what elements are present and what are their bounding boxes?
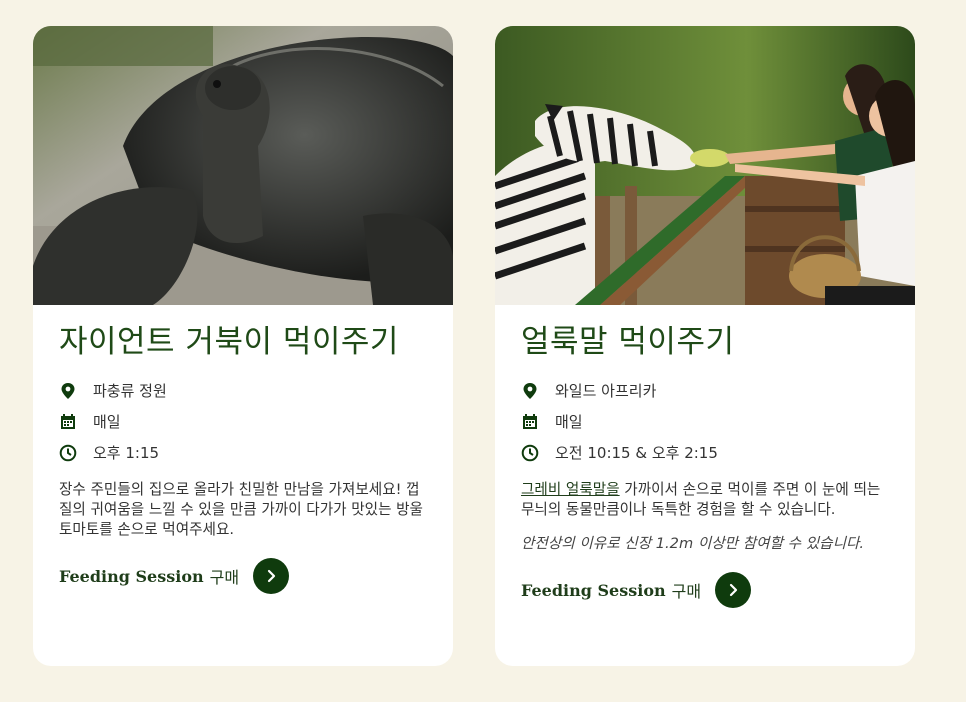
card-title: 자이언트 거북이 먹이주기	[59, 324, 399, 360]
safety-note: 안전상의 이유로 신장 1.2m 이상만 참여할 수 있습니다.	[521, 535, 865, 552]
grevy-zebra-link[interactable]: 그레비 얼룩말을	[521, 481, 620, 498]
card-description: 장수 주민들의 집으로 올라가 친밀한 만남을 가져보세요! 껍질의 귀여움을 …	[59, 481, 423, 538]
zebra-photo	[495, 26, 915, 305]
tortoise-photo	[33, 26, 453, 305]
buy-feeding-session-link[interactable]: Feeding Session 구매	[59, 558, 427, 594]
feeding-card-zebra: 얼룩말 먹이주기 와일드 아프리카 매일 오전 10:15 & 오후 2:15 …	[495, 26, 915, 666]
time-row: 오전 10:15 & 오후 2:15	[521, 437, 889, 468]
location-text: 파충류 정원	[93, 382, 167, 400]
days-row: 매일	[59, 406, 427, 437]
chevron-right-icon	[267, 569, 276, 583]
card-description: 그레비 얼룩말을 가까이서 손으로 먹이를 주면 이 눈에 띄는 무늬의 동물만…	[521, 480, 891, 520]
clock-icon	[521, 444, 539, 461]
cta-suffix[interactable]: 구매	[210, 564, 239, 588]
chevron-right-icon	[729, 583, 738, 597]
location-pin-icon	[523, 382, 537, 399]
card-title: 얼룩말 먹이주기	[521, 324, 735, 360]
days-text: 매일	[93, 413, 121, 431]
location-text: 와일드 아프리카	[555, 382, 657, 400]
location-row: 와일드 아프리카	[521, 375, 889, 406]
time-text: 오전 10:15 & 오후 2:15	[555, 444, 718, 462]
calendar-icon	[61, 413, 75, 429]
cta-suffix[interactable]: 구매	[672, 578, 701, 602]
location-pin-icon	[61, 382, 75, 399]
feeding-card-tortoise: 자이언트 거북이 먹이주기 파충류 정원 매일 오후 1:15 장수 주민들의 …	[33, 26, 453, 666]
location-row: 파충류 정원	[59, 375, 427, 406]
clock-icon	[59, 444, 77, 461]
days-row: 매일	[521, 406, 889, 437]
calendar-icon	[523, 413, 537, 429]
cta-label[interactable]: Feeding Session	[59, 567, 204, 586]
cta-label[interactable]: Feeding Session	[521, 581, 666, 600]
chevron-right-button[interactable]	[715, 572, 752, 608]
days-text: 매일	[555, 413, 583, 431]
time-text: 오후 1:15	[93, 444, 160, 462]
buy-feeding-session-link[interactable]: Feeding Session 구매	[521, 572, 889, 608]
time-row: 오후 1:15	[59, 437, 427, 468]
chevron-right-button[interactable]	[253, 558, 290, 594]
